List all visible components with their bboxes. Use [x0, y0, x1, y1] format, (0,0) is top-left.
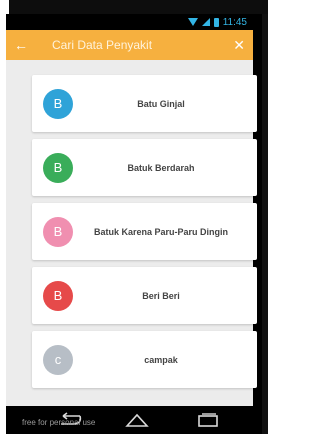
watermark-text: free for personal use: [22, 418, 96, 427]
list-item-label: campak: [144, 354, 178, 365]
device-right-bezel: [262, 14, 268, 434]
list-item-label: Batuk Karena Paru-Paru Dingin: [93, 226, 229, 237]
nav-home-icon[interactable]: [124, 412, 150, 428]
avatar: B: [43, 216, 73, 247]
search-input[interactable]: [34, 33, 229, 57]
list-item[interactable]: B Batu Ginjal: [32, 75, 257, 132]
disease-list: B Batu Ginjal B Batuk Berdarah B Batuk K…: [6, 60, 257, 406]
battery-icon: [213, 17, 219, 27]
list-item-label: Batuk Berdarah: [127, 162, 195, 173]
list-item-label: Batu Ginjal: [137, 98, 185, 109]
list-item[interactable]: B Batuk Karena Paru-Paru Dingin: [32, 203, 257, 260]
avatar: B: [43, 88, 73, 119]
status-time: 11:45: [222, 16, 247, 28]
avatar: B: [43, 280, 73, 311]
close-icon[interactable]: ✕: [229, 37, 245, 54]
back-arrow-icon[interactable]: ←: [14, 37, 34, 53]
nav-recent-apps-icon[interactable]: [196, 412, 220, 428]
avatar: B: [43, 152, 73, 183]
signal-icon: [201, 18, 210, 26]
list-item[interactable]: c campak: [32, 331, 257, 388]
wifi-icon: [187, 18, 198, 26]
list-item-label: Beri Beri: [142, 290, 180, 301]
app-bar: ← ✕: [6, 30, 253, 60]
list-item[interactable]: B Batuk Berdarah: [32, 139, 257, 196]
device-top-bezel: [9, 0, 268, 14]
list-item[interactable]: B Beri Beri: [32, 267, 257, 324]
avatar: c: [43, 344, 73, 375]
status-bar: 11:45: [6, 14, 253, 30]
